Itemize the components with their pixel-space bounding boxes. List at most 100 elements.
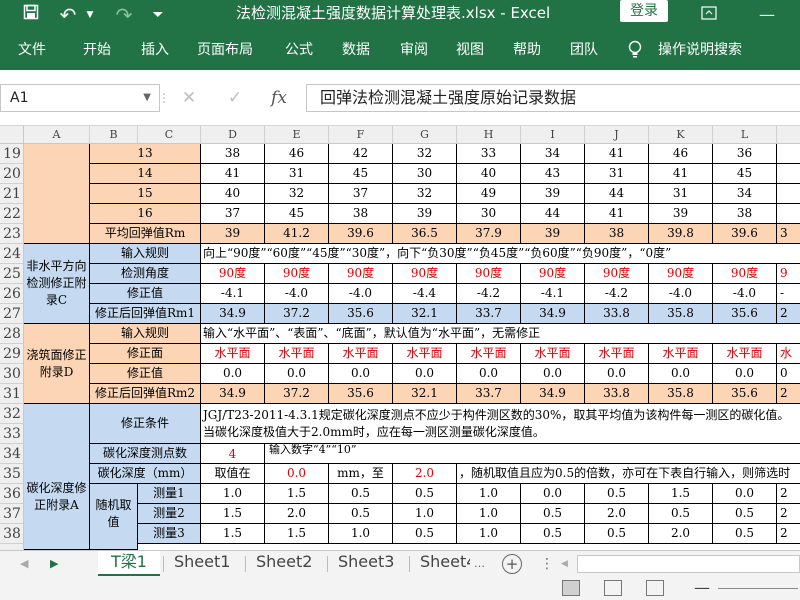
overflow-cell[interactable]: -: [777, 284, 800, 304]
sheet-tab[interactable]: Sheet3: [336, 551, 396, 577]
row-header[interactable]: 33: [0, 424, 23, 444]
data-cell[interactable]: -4.0: [649, 284, 713, 304]
data-cell[interactable]: 1.5: [265, 524, 329, 544]
data-cell[interactable]: 90度: [457, 264, 521, 284]
row-label[interactable]: 16: [90, 204, 201, 224]
data-cell[interactable]: 40: [201, 184, 265, 204]
row-header[interactable]: 29: [0, 344, 23, 364]
hscroll-left-icon[interactable]: ◀: [561, 551, 568, 577]
data-cell[interactable]: 34.9: [521, 384, 585, 404]
data-cell[interactable]: 33: [457, 144, 521, 164]
data-cell[interactable]: 49: [457, 184, 521, 204]
data-cell[interactable]: 39: [521, 184, 585, 204]
data-cell[interactable]: 35.6: [329, 304, 393, 324]
data-cell[interactable]: 水平面: [265, 344, 329, 364]
col-header-h[interactable]: H: [457, 126, 521, 144]
row-label[interactable]: 输入规则: [90, 324, 201, 344]
name-box[interactable]: A1 ▼: [0, 84, 160, 112]
group-label-a[interactable]: 碳化深度修正附录A: [24, 404, 90, 550]
data-cell[interactable]: 90度: [201, 264, 265, 284]
row-header[interactable]: 32: [0, 404, 23, 424]
data-cell[interactable]: 1.0: [457, 504, 521, 524]
data-cell[interactable]: 0.5: [713, 504, 777, 524]
row-header[interactable]: 22: [0, 204, 23, 224]
data-cell[interactable]: 0.0: [521, 484, 585, 504]
zoom-out-icon[interactable]: —: [694, 578, 710, 598]
row-label[interactable]: 修正后回弹值Rm1: [90, 304, 201, 324]
overflow-cell[interactable]: 2: [777, 524, 800, 544]
cancel-icon[interactable]: ✕: [174, 84, 204, 112]
data-cell[interactable]: 37: [329, 184, 393, 204]
formula-bar-grip-icon[interactable]: ⋮: [158, 84, 170, 112]
data-cell[interactable]: 1.0: [457, 524, 521, 544]
data-cell[interactable]: 32.1: [393, 304, 457, 324]
group-label-c[interactable]: 非水平方向检测修正附录C: [24, 244, 90, 324]
sheet-tab[interactable]: Sheet1: [172, 551, 232, 577]
data-cell[interactable]: 2.0: [649, 524, 713, 544]
col-header-a[interactable]: A: [24, 126, 90, 144]
tab-insert[interactable]: 插入: [141, 40, 169, 60]
sheet-tab[interactable]: Sheet2: [254, 551, 314, 577]
data-cell[interactable]: 1.5: [265, 484, 329, 504]
overflow-cell[interactable]: 2: [777, 304, 800, 324]
data-cell[interactable]: 41: [585, 144, 649, 164]
save-icon[interactable]: [20, 4, 42, 26]
customize-toolbar-icon[interactable]: ⏷: [148, 4, 168, 26]
data-cell[interactable]: 30: [457, 204, 521, 224]
data-cell[interactable]: 37: [201, 204, 265, 224]
overflow-cell[interactable]: [777, 184, 800, 204]
data-cell[interactable]: 90度: [265, 264, 329, 284]
row-header[interactable]: 20: [0, 164, 23, 184]
data-cell[interactable]: 水平面: [713, 344, 777, 364]
sheet-tab-active[interactable]: T梁1: [98, 551, 160, 577]
login-button[interactable]: 登录: [620, 0, 668, 22]
data-cell[interactable]: 41: [585, 204, 649, 224]
row-header[interactable]: 31: [0, 384, 23, 404]
data-cell[interactable]: 39: [201, 224, 265, 244]
data-cell[interactable]: 0.5: [329, 504, 393, 524]
data-cell[interactable]: 0.5: [393, 524, 457, 544]
data-cell[interactable]: 32: [393, 184, 457, 204]
data-cell[interactable]: 35.6: [713, 384, 777, 404]
data-cell[interactable]: 33.7: [457, 384, 521, 404]
rule-text-d[interactable]: 输入“水平面”、“表面”、“底面”，默认值为“水平面”，无需修正: [201, 324, 800, 344]
row-header[interactable]: 23: [0, 224, 23, 244]
data-cell[interactable]: -4.2: [457, 284, 521, 304]
tell-me-search[interactable]: 操作说明搜索: [658, 40, 742, 60]
data-cell[interactable]: 0.5: [521, 524, 585, 544]
data-cell[interactable]: 1.0: [201, 484, 265, 504]
data-cell[interactable]: 0.5: [713, 524, 777, 544]
data-cell[interactable]: 40: [457, 164, 521, 184]
data-cell[interactable]: 1.0: [393, 504, 457, 524]
col-header-e[interactable]: E: [265, 126, 329, 144]
data-cell[interactable]: -4.1: [201, 284, 265, 304]
data-cell[interactable]: 0.0: [713, 364, 777, 384]
data-cell[interactable]: 37.2: [265, 384, 329, 404]
col-header-b[interactable]: B: [90, 126, 138, 144]
row-header[interactable]: 38: [0, 524, 23, 544]
row-label[interactable]: 平均回弹值Rm: [90, 224, 201, 244]
overflow-cell[interactable]: 9: [777, 264, 800, 284]
minimize-icon[interactable]: —: [752, 4, 782, 26]
data-cell[interactable]: 90度: [585, 264, 649, 284]
overflow-cell[interactable]: 0: [777, 364, 800, 384]
data-cell[interactable]: 30: [393, 164, 457, 184]
row-header[interactable]: 21: [0, 184, 23, 204]
row-label[interactable]: 修正面: [90, 344, 201, 364]
data-cell[interactable]: 38: [585, 224, 649, 244]
data-cell[interactable]: 2.0: [585, 504, 649, 524]
ribbon-display-icon[interactable]: [698, 4, 720, 26]
data-cell[interactable]: 39.8: [649, 224, 713, 244]
data-cell[interactable]: 0.5: [521, 504, 585, 524]
data-cell[interactable]: 0.0: [265, 364, 329, 384]
data-cell[interactable]: 1.5: [201, 524, 265, 544]
sheet-grid[interactable]: 非水平方向检测修正附录C 浇筑面修正附录D 碳化深度修正附录A 13 14 15…: [24, 144, 800, 550]
data-cell[interactable]: 43: [521, 164, 585, 184]
chevron-down-icon[interactable]: ▼: [143, 85, 151, 111]
select-all-corner[interactable]: [0, 126, 24, 144]
data-cell[interactable]: 90度: [393, 264, 457, 284]
data-cell[interactable]: 31: [585, 164, 649, 184]
data-cell[interactable]: 39.6: [329, 224, 393, 244]
data-cell[interactable]: 39: [393, 204, 457, 224]
row-label[interactable]: 碳化深度（mm）: [90, 464, 201, 484]
